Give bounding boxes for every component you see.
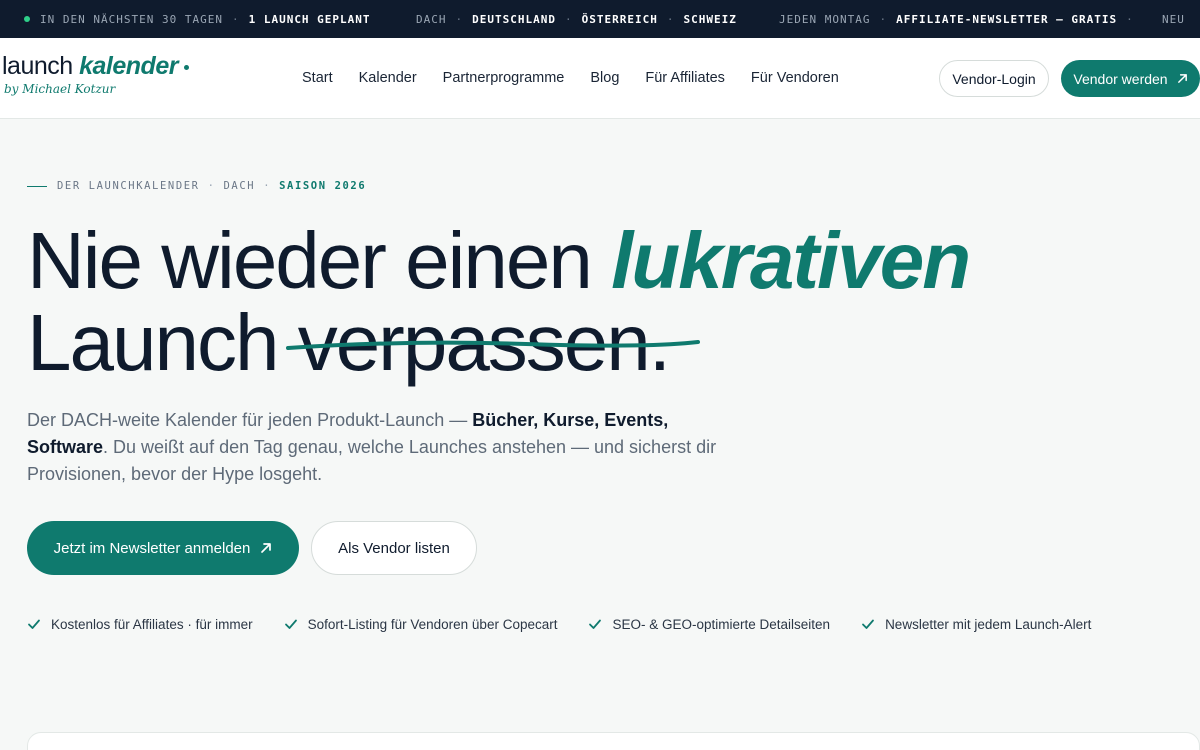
hero-lead: Der DACH-weite Kalender für jeden Produk… <box>27 407 747 488</box>
ticker-country: SCHWEIZ <box>683 12 737 26</box>
eyebrow-separator: · <box>207 180 216 192</box>
hero-headline: Nie wieder einen lukrativen Launch verpa… <box>27 220 971 387</box>
feature-text: Newsletter mit jedem Launch-Alert <box>885 616 1092 632</box>
nav-start[interactable]: Start <box>302 70 333 86</box>
ticker-separator: · <box>666 12 675 26</box>
eyebrow-region: DACH <box>223 180 256 192</box>
ticker-region: DACH · DEUTSCHLAND · ÖSTERREICH · SCHWEI… <box>416 0 737 38</box>
ticker-newsletter-text: AFFILIATE-NEWSLETTER — GRATIS <box>896 12 1118 26</box>
headline-line2: Launch <box>27 298 298 387</box>
ticker-separator: · <box>231 12 240 26</box>
ticker-separator: · <box>879 12 888 26</box>
eyebrow-title: DER LAUNCHKALENDER <box>57 180 200 192</box>
newsletter-signup-label: Jetzt im Newsletter anmelden <box>53 539 251 557</box>
vendor-login-button[interactable]: Vendor-Login <box>939 60 1049 97</box>
strike-through-icon <box>285 340 700 351</box>
nav-fuer-vendoren[interactable]: Für Vendoren <box>751 70 839 86</box>
ticker-separator: · <box>455 12 464 26</box>
ticker-upcoming-label: IN DEN NÄCHSTEN 30 TAGEN <box>40 12 223 26</box>
vendor-login-label: Vendor-Login <box>952 70 1036 87</box>
vendor-werden-label: Vendor werden <box>1073 70 1168 87</box>
headline-line1: Nie wieder einen <box>27 216 612 305</box>
ticker-separator: · <box>564 12 573 26</box>
ticker-region-label: DACH <box>416 12 447 26</box>
eyebrow-season: SAISON 2026 <box>279 180 367 192</box>
ticker-country: DEUTSCHLAND <box>472 12 556 26</box>
ticker-upcoming: IN DEN NÄCHSTEN 30 TAGEN · 1 LAUNCH GEPL… <box>24 0 371 38</box>
list-as-vendor-button[interactable]: Als Vendor listen <box>311 521 477 575</box>
ticker-newsletter-label: JEDEN MONTAG <box>779 12 871 26</box>
announcement-ticker: IN DEN NÄCHSTEN 30 TAGEN · 1 LAUNCH GEPL… <box>0 0 1200 38</box>
feature-text: Kostenlos für Affiliates · für immer <box>51 616 253 632</box>
headline-struck-word: verpassen <box>285 302 700 384</box>
arrow-up-right-icon <box>1177 74 1187 83</box>
list-as-vendor-label: Als Vendor listen <box>338 539 450 557</box>
check-icon <box>589 619 602 629</box>
ticker-new: NEU <box>1162 0 1185 38</box>
vendor-werden-button[interactable]: Vendor werden <box>1061 60 1200 97</box>
feature-item: Newsletter mit jedem Launch-Alert <box>861 617 1091 632</box>
lead-text-2: . Du weißt auf den Tag genau, welche Lau… <box>27 437 717 484</box>
feature-item: Sofort-Listing für Vendoren über Copecar… <box>284 616 558 632</box>
lead-text-1: Der DACH-weite Kalender für jeden Produk… <box>27 410 473 430</box>
ticker-upcoming-count: 1 LAUNCH GEPLANT <box>248 12 371 26</box>
feature-item: Kostenlos für Affiliates · für immer <box>27 617 253 632</box>
feature-text: SEO- & GEO-optimierte Detailseiten <box>612 616 831 632</box>
newsletter-signup-button[interactable]: Jetzt im Newsletter anmelden <box>27 521 299 575</box>
site-header: launch kalender by Michael Kotzur Start … <box>0 38 1200 119</box>
eyebrow-rule <box>27 185 47 187</box>
logo-dot-icon <box>183 64 189 70</box>
site-logo[interactable]: launch kalender by Michael Kotzur <box>2 52 189 96</box>
logo-word-kalender: kalender <box>79 52 178 80</box>
hero-eyebrow: DER LAUNCHKALENDER · DACH · SAISON 2026 <box>27 180 366 192</box>
check-icon <box>284 619 297 629</box>
feature-list: Kostenlos für Affiliates · für immer Sof… <box>27 614 1122 634</box>
eyebrow-separator: · <box>263 180 272 192</box>
check-icon <box>28 619 40 629</box>
nav-blog[interactable]: Blog <box>590 70 619 86</box>
nav-partnerprogramme[interactable]: Partnerprogramme <box>443 70 565 86</box>
nav-kalender[interactable]: Kalender <box>359 70 417 86</box>
ticker-newsletter: JEDEN MONTAG · AFFILIATE-NEWSLETTER — GR… <box>779 0 1143 38</box>
main-nav: Start Kalender Partnerprogramme Blog Für… <box>302 38 865 118</box>
ticker-country: ÖSTERREICH <box>581 12 658 26</box>
arrow-up-right-icon <box>261 543 272 553</box>
feature-text: Sofort-Listing für Vendoren über Copecar… <box>307 616 558 632</box>
logo-wordmark: launch kalender <box>2 52 189 80</box>
ticker-separator: · <box>1126 12 1134 26</box>
logo-byline: by Michael Kotzur <box>4 82 116 96</box>
headline-accent-word: lukrativen <box>611 216 971 305</box>
logo-word-launch: launch <box>2 52 73 80</box>
ticker-new-label: NEU <box>1162 12 1185 26</box>
check-icon <box>862 619 874 629</box>
live-dot-icon <box>24 16 30 22</box>
content-card <box>27 732 1200 750</box>
nav-fuer-affiliates[interactable]: Für Affiliates <box>645 70 725 86</box>
feature-item: SEO- & GEO-optimierte Detailseiten <box>588 617 830 632</box>
